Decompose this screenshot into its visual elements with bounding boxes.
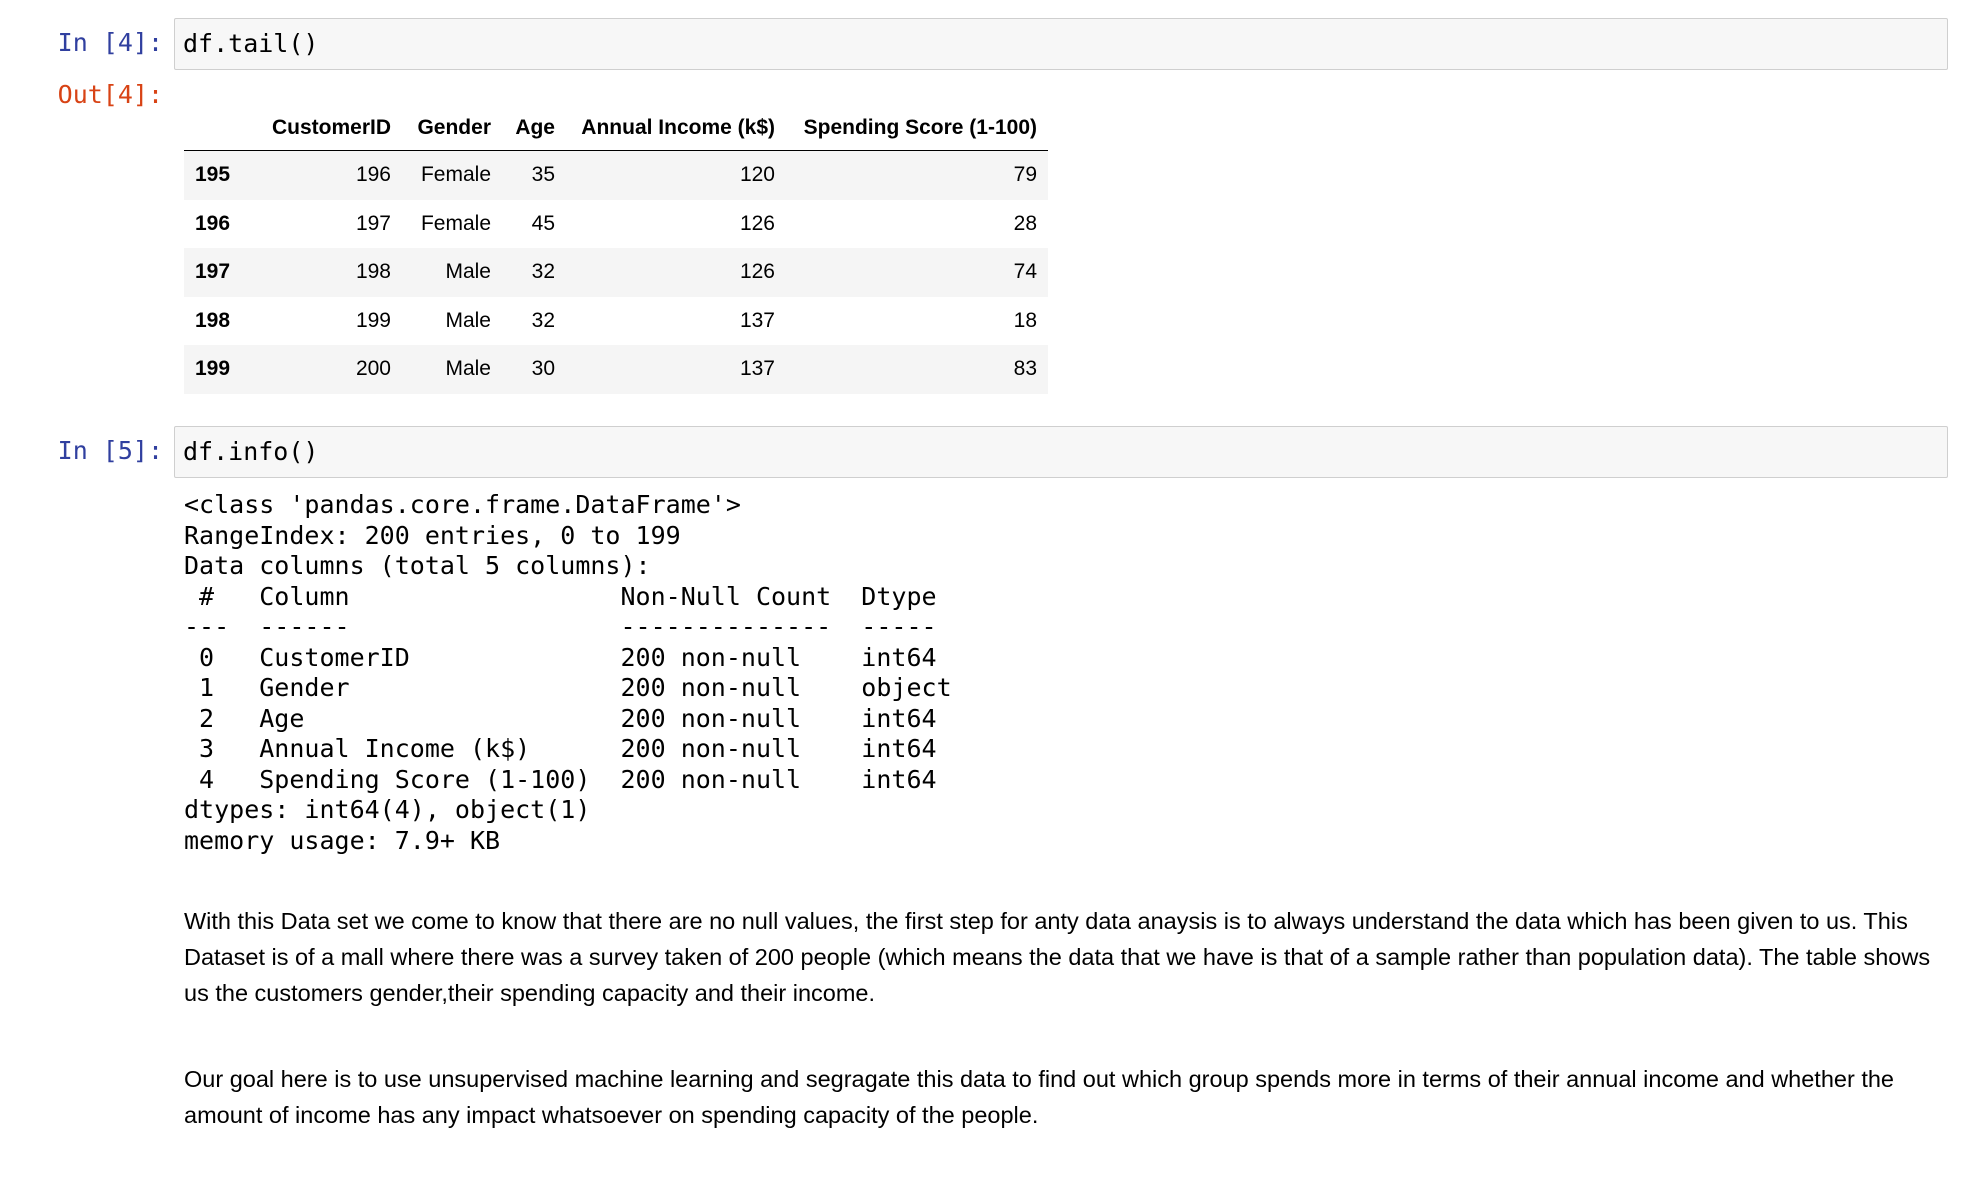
- table-cell: Female: [420, 211, 491, 235]
- stdout-line: 4 Spending Score (1-100) 200 non-null in…: [184, 764, 952, 794]
- column-header: Annual Income (k$): [566, 106, 786, 151]
- stdout-line: Data columns (total 5 columns):: [184, 551, 651, 580]
- cell-4-input-prompt: In [4]:: [57, 28, 163, 57]
- table-cell: 120: [739, 163, 775, 187]
- table-cell: 197: [355, 211, 391, 235]
- table-cell: 30: [531, 357, 555, 381]
- table-row: 196 197 Female 45 126 28: [184, 200, 1048, 249]
- index-header: [184, 106, 252, 151]
- table-cell: Male: [445, 357, 491, 381]
- table-cell: 83: [1013, 357, 1037, 381]
- table-row: 197 198 Male 32 126 74: [184, 248, 1048, 297]
- table-cell: 137: [739, 357, 775, 381]
- stdout-line: <class 'pandas.core.frame.DataFrame'>: [184, 490, 741, 519]
- table-cell: 32: [531, 260, 555, 284]
- table-row: 198 199 Male 32 137 18: [184, 297, 1048, 346]
- stdout-line: 3 Annual Income (k$) 200 non-null int64: [184, 734, 952, 763]
- cell-5-code: df.info(): [183, 437, 319, 466]
- table-cell: Male: [445, 308, 491, 332]
- stdout-line: --- ------ -------------- -----: [184, 612, 952, 641]
- stdout-line: RangeIndex: 200 entries, 0 to 199: [184, 520, 681, 550]
- stdout-line: 0 CustomerID 200 non-null int64: [184, 642, 952, 672]
- table-row: 195 196 Female 35 120 79: [184, 150, 1048, 200]
- cell-4-code: df.tail(): [183, 29, 319, 58]
- table-cell: 200: [355, 357, 391, 381]
- row-index: 199: [195, 357, 231, 381]
- table-cell: 28: [1013, 211, 1037, 235]
- table-cell: 137: [739, 308, 775, 332]
- row-index: 198: [195, 308, 231, 332]
- table-cell: 35: [531, 163, 555, 187]
- table-header-row: CustomerID Gender Age Annual Income (k$)…: [184, 106, 1048, 151]
- table-cell: 198: [355, 260, 391, 284]
- cell-5-input-prompt: In [5]:: [57, 436, 163, 465]
- table-cell: 74: [1013, 260, 1037, 284]
- table-row: 199 200 Male 30 137 83: [184, 345, 1048, 394]
- stdout-line: 1 Gender 200 non-null object: [184, 673, 952, 702]
- table-cell: Male: [445, 260, 491, 284]
- stdout-line: # Column Non-Null Count Dtype: [184, 581, 952, 611]
- table-cell: Female: [420, 163, 491, 187]
- column-header: Gender: [402, 106, 502, 151]
- dataframe-table: CustomerID Gender Age Annual Income (k$)…: [184, 106, 1048, 394]
- table-cell: 79: [1013, 163, 1037, 187]
- row-index: 197: [195, 260, 231, 284]
- table-cell: 32: [531, 308, 555, 332]
- markdown-paragraph: Our goal here is to use unsupervised mac…: [184, 1066, 1894, 1128]
- column-header: CustomerID: [252, 106, 402, 151]
- row-index: 196: [195, 211, 231, 235]
- row-index: 195: [195, 163, 231, 187]
- table-cell: 45: [531, 211, 555, 235]
- table-cell: 18: [1013, 308, 1037, 332]
- table-cell: 126: [739, 260, 775, 284]
- cell-4-code-editor[interactable]: df.tail(): [174, 18, 1948, 70]
- table-cell: 196: [355, 163, 391, 187]
- markdown-paragraph: With this Data set we come to know that …: [184, 908, 1931, 1006]
- column-header: Age: [502, 106, 566, 151]
- stdout-line: dtypes: int64(4), object(1): [184, 795, 591, 824]
- table-cell: 126: [739, 211, 775, 235]
- cell-4-output-prompt: Out[4]:: [57, 80, 163, 109]
- cell-5-code-editor[interactable]: df.info(): [174, 426, 1948, 478]
- column-header: Spending Score (1-100): [786, 106, 1048, 151]
- cell-5-stdout: <class 'pandas.core.frame.DataFrame'> Ran…: [184, 490, 952, 856]
- stdout-line: memory usage: 7.9+ KB: [184, 825, 501, 855]
- stdout-line: 2 Age 200 non-null int64: [184, 703, 952, 733]
- table-cell: 199: [355, 308, 391, 332]
